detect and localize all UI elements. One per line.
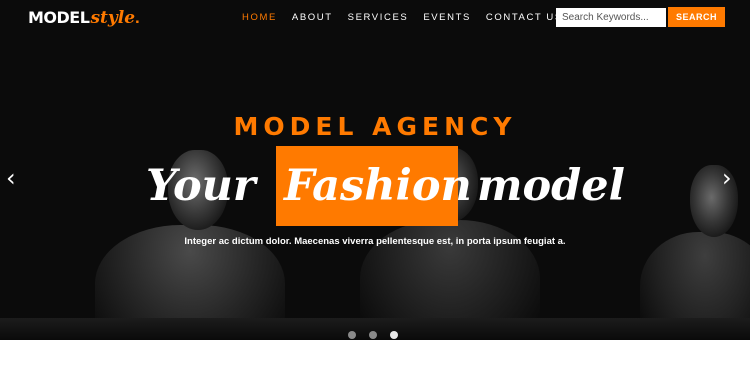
- chevron-left-icon[interactable]: ‹: [6, 166, 16, 190]
- search-input[interactable]: [556, 8, 666, 27]
- logo-script-text: style: [90, 8, 136, 28]
- search-button[interactable]: SEARCH: [668, 7, 725, 27]
- chevron-right-icon[interactable]: ›: [722, 166, 732, 190]
- hero-subtitle: Integer ac dictum dolor. Maecenas viverr…: [184, 236, 566, 247]
- nav-home[interactable]: HOME: [242, 12, 277, 23]
- brand-logo[interactable]: MODEL style .: [28, 8, 140, 30]
- nav-contact-us[interactable]: CONTACT US: [486, 12, 563, 23]
- nav-services[interactable]: SERVICES: [348, 12, 409, 23]
- headline-word-model: model: [477, 161, 625, 211]
- main-menu: HOME ABOUT SERVICES EVENTS CONTACT US: [242, 12, 578, 23]
- nav-events[interactable]: EVENTS: [423, 12, 471, 23]
- hero-headline: Your Fashion model: [0, 146, 750, 228]
- slide-dot-2[interactable]: [369, 331, 377, 339]
- top-navbar: MODEL style . HOME ABOUT SERVICES EVENTS…: [0, 0, 750, 36]
- nav-about[interactable]: ABOUT: [292, 12, 333, 23]
- slide-dot-1[interactable]: [348, 331, 356, 339]
- slide-dot-3[interactable]: [390, 331, 398, 339]
- hero-slider: MODEL style . HOME ABOUT SERVICES EVENTS…: [0, 0, 750, 340]
- logo-dot: .: [135, 8, 140, 27]
- headline-word-fashion: Fashion: [284, 161, 472, 211]
- hero-eyebrow: MODEL AGENCY: [233, 112, 517, 141]
- headline-word-your: Your: [146, 161, 256, 211]
- logo-main-text: MODEL: [28, 8, 90, 27]
- slider-pagination: [348, 331, 411, 339]
